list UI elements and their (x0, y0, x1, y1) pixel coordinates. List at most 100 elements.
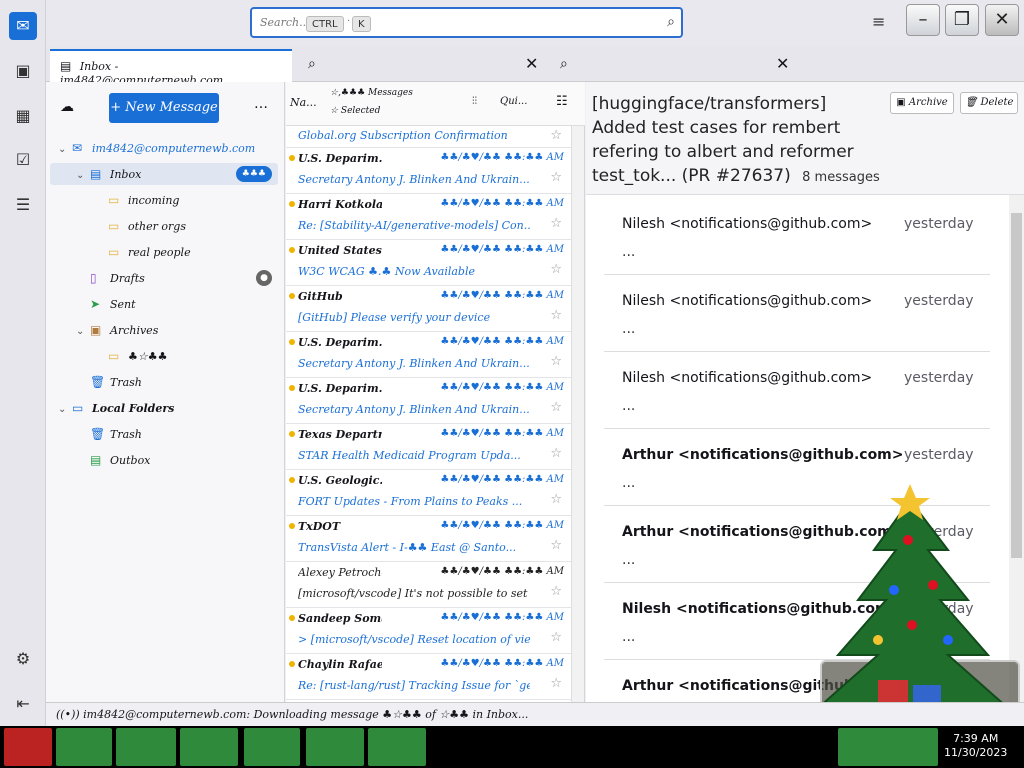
chrome-taskbar-icon[interactable] (180, 728, 238, 766)
message-row[interactable]: Sandeep Somava... ♣♣/♣♥/♣♣ ♣♣:♣♣ AM > [mic… (286, 608, 572, 654)
message-list-scrollbar[interactable] (571, 126, 584, 702)
message-row[interactable]: TxDOT ♣♣/♣♥/♣♣ ♣♣:♣♣ AM TransVista Alert -… (286, 516, 572, 562)
message-row[interactable]: United States ... ♣♣/♣♥/♣♣ ♣♣:♣♣ AM W3C WC… (286, 240, 572, 286)
settings-icon[interactable]: ⚙ (9, 645, 37, 673)
calendar-icon[interactable]: ▦ (9, 102, 37, 130)
message-row[interactable]: Chaylin Rafael ... ♣♣/♣♥/♣♣ ♣♣:♣♣ AM Re: [… (286, 654, 572, 700)
folder-item[interactable]: ▭ ♣☆♣♣ (50, 345, 278, 367)
status-bar: ((•)) im4842@computernewb.com: Downloadi… (46, 702, 1024, 726)
message-date: ♣♣/♣♥/♣♣ ♣♣:♣♣ AM (440, 336, 564, 347)
message-search-icon[interactable]: ⌕ (560, 56, 568, 72)
folder-item[interactable]: ➤ Sent (50, 293, 278, 315)
folder-label: Sent (110, 298, 136, 311)
message-row[interactable]: U.S. Geologic... ♣♣/♣♥/♣♣ ♣♣:♣♣ AM FORT Up… (286, 470, 572, 516)
start-santa-icon[interactable] (4, 728, 52, 766)
thread-message[interactable]: Nilesh <notifications@github.com> yesterd… (604, 275, 990, 352)
star-icon[interactable]: ☆ (550, 170, 562, 185)
message-date: ♣♣/♣♥/♣♣ ♣♣:♣♣ AM (440, 382, 564, 393)
folder-item[interactable]: 🗑 Trash (50, 423, 278, 445)
mail-icon[interactable]: ✉ (9, 12, 37, 40)
list-filter-search-icon[interactable]: ⌕ (308, 56, 316, 72)
app-menu-icon[interactable]: ≡ (872, 12, 885, 31)
star-icon[interactable]: ☆ (550, 538, 562, 553)
folder-item[interactable]: ⌄ ▭ Local Folders (50, 397, 278, 419)
star-icon[interactable]: ☆ (550, 584, 562, 599)
explorer-taskbar-icon[interactable] (116, 728, 176, 766)
tasks-icon[interactable]: ☑ (9, 146, 37, 174)
folder-item[interactable]: ▤ Outbox (50, 449, 278, 471)
tab-inbox[interactable]: ▤ Inbox - im4842@computernewb.com (50, 49, 292, 87)
thread-scrollbar[interactable] (1009, 195, 1024, 702)
message-row[interactable]: Global.org Subscription Confirmation ☆ (286, 126, 572, 148)
twisty-icon[interactable]: ⌄ (76, 321, 90, 343)
tray-clock[interactable]: 7:39 AM 11/30/2023 (944, 732, 1007, 760)
star-icon[interactable]: ☆ (550, 128, 562, 143)
message-row[interactable]: Harri Kotkola ♣♣/♣♥/♣♣ ♣♣:♣♣ AM Re: [Stabi… (286, 194, 572, 240)
star-icon[interactable]: ☆ (550, 216, 562, 231)
new-message-button[interactable]: + New Message (109, 93, 219, 123)
twisty-icon[interactable]: ⌄ (76, 165, 90, 187)
list-filter-clear-icon[interactable]: ✕ (525, 54, 538, 73)
thread-message[interactable]: Nilesh <notifications@github.com> yesterd… (604, 583, 990, 660)
thread-message[interactable]: Arthur <notifications@github.com>yesterd… (604, 429, 990, 506)
tree-taskbar-icon[interactable] (244, 728, 300, 766)
folder-item[interactable]: ▯ Drafts ● (50, 267, 278, 289)
folder-pane-menu-icon[interactable]: … (254, 96, 268, 112)
star-icon[interactable]: ☆ (550, 262, 562, 277)
firefox-taskbar-icon[interactable] (56, 728, 112, 766)
column-name[interactable]: Na... (290, 96, 317, 109)
star-icon[interactable]: ☆ (550, 400, 562, 415)
star-icon[interactable]: ☆ (550, 446, 562, 461)
quick-filter-icon[interactable]: ⫶⫶ (472, 96, 477, 107)
message-row[interactable]: U.S. Deparim... ♣♣/♣♥/♣♣ ♣♣:♣♣ AM Secretar… (286, 332, 572, 378)
message-search-clear-icon[interactable]: ✕ (776, 54, 789, 73)
quick-filter-label[interactable]: Qui... (500, 96, 527, 107)
unread-dot-icon (289, 431, 295, 437)
folder-item[interactable]: ⌄ ▤ Inbox ♣♣♣ (50, 163, 278, 185)
star-icon[interactable]: ☆ (550, 308, 562, 323)
system-tray[interactable] (838, 728, 938, 766)
folder-item[interactable]: ⌄ ▣ Archives (50, 319, 278, 341)
archive-button[interactable]: ▣ Archive (890, 92, 954, 114)
scroll-thumb[interactable] (1011, 213, 1022, 558)
message-row[interactable]: GitHub ♣♣/♣♥/♣♣ ♣♣:♣♣ AM [GitHub] Please v… (286, 286, 572, 332)
message-row[interactable]: Alexey Petrochen... ♣♣/♣♥/♣♣ ♣♣:♣♣ AM [mic… (286, 562, 572, 608)
app-taskbar-icon[interactable] (306, 728, 364, 766)
star-icon[interactable]: ☆ (550, 676, 562, 691)
message-date: ♣♣/♣♥/♣♣ ♣♣:♣♣ AM (440, 244, 564, 255)
get-messages-icon[interactable]: ☁ (60, 99, 74, 115)
minimize-button[interactable]: – (906, 4, 940, 36)
folder-item[interactable]: ▭ other orgs (50, 215, 278, 237)
global-search-input[interactable]: Search... CTRL · K ⌕ (250, 7, 683, 38)
thread-message-preview: ... (622, 244, 636, 260)
star-icon[interactable]: ☆ (550, 630, 562, 645)
thunderbird-taskbar-icon[interactable] (368, 728, 426, 766)
message-row[interactable]: Texas Departm... ♣♣/♣♥/♣♣ ♣♣:♣♣ AM STAR He… (286, 424, 572, 470)
thread-message[interactable]: Nilesh <notifications@github.com> yesterd… (604, 352, 990, 429)
address-book-icon[interactable]: ▣ (9, 57, 37, 85)
message-row[interactable]: U.S. Deparim... ♣♣/♣♥/♣♣ ♣♣:♣♣ AM Secretar… (286, 378, 572, 424)
unread-dot-icon (289, 385, 295, 391)
folder-item[interactable]: ▭ real people (50, 241, 278, 263)
thread-message[interactable]: Nilesh <notifications@github.com> yesterd… (604, 198, 990, 275)
restore-button[interactable]: ❐ (945, 4, 979, 36)
folder-item[interactable]: ▭ incoming (50, 189, 278, 211)
delete-button[interactable]: 🗑 Delete (960, 92, 1018, 114)
folder-item[interactable]: ⌄ ✉ im4842@computernewb.com (50, 137, 278, 159)
folder-item[interactable]: 🗑 Trash (50, 371, 278, 393)
twisty-icon[interactable]: ⌄ (58, 139, 72, 161)
twisty-icon[interactable]: ⌄ (58, 399, 72, 421)
trash-icon: 🗑 (964, 97, 981, 108)
thread-message-from: Nilesh <notifications@github.com> (622, 216, 873, 232)
thread-message[interactable]: Arthur <notifications@github.com>yesterd… (604, 506, 990, 583)
collapse-spaces-icon[interactable]: ⇤ (9, 690, 37, 718)
thread-message-when: yesterday (904, 293, 974, 309)
star-icon[interactable]: ☆ (550, 354, 562, 369)
star-icon[interactable]: ☆ (550, 492, 562, 507)
message-row[interactable]: U.S. Deparim... ♣♣/♣♥/♣♣ ♣♣:♣♣ AM Secretar… (286, 148, 572, 194)
search-icon[interactable]: ⌕ (667, 14, 675, 30)
chat-icon[interactable]: ☰ (9, 191, 37, 219)
close-button[interactable]: ✕ (985, 4, 1019, 36)
thread-message-preview: ... (622, 398, 636, 414)
display-options-icon[interactable]: ☷ (556, 94, 568, 109)
